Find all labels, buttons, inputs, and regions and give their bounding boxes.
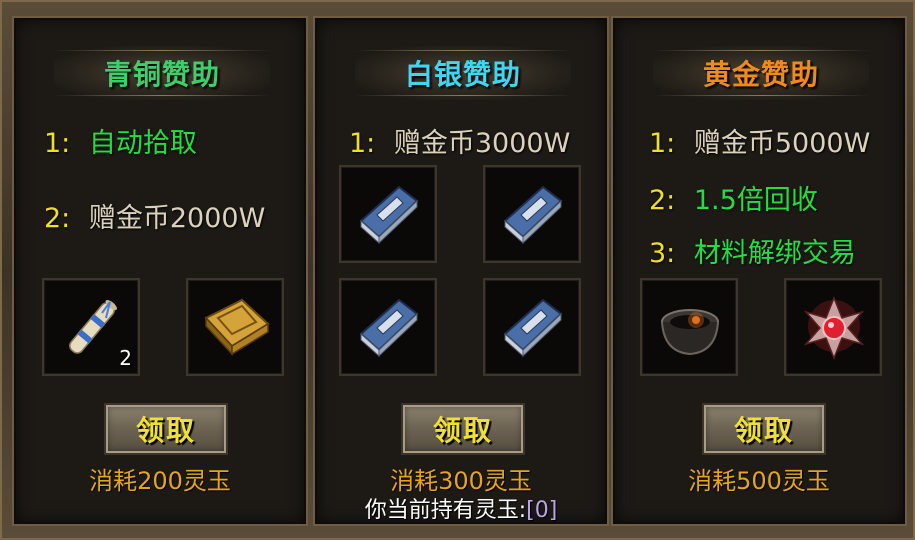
item-count: 2 bbox=[119, 346, 132, 370]
tier-title: 黄金赞助 bbox=[702, 58, 819, 91]
reward-line: 1: 自动拾取 bbox=[44, 121, 306, 160]
item-slot[interactable] bbox=[483, 165, 581, 263]
reward-line: 3: 材料解绑交易 bbox=[649, 231, 905, 270]
reward-line: 2: 1.5倍回收 bbox=[649, 178, 905, 217]
red-gem-icon bbox=[803, 295, 865, 361]
item-slot[interactable] bbox=[483, 278, 581, 376]
reward-text: 1.5倍回收 bbox=[693, 185, 818, 216]
blue-book-icon bbox=[503, 298, 563, 358]
claim-button[interactable]: 领取 bbox=[104, 403, 228, 455]
item-slot[interactable]: 2 bbox=[42, 278, 140, 376]
reward-text: 赠金币2000W bbox=[88, 203, 266, 234]
reward-line: 1: 赠金币3000W bbox=[349, 121, 607, 160]
item-slot[interactable] bbox=[640, 278, 738, 376]
claim-button-label: 领取 bbox=[733, 414, 794, 447]
gold-tier-panel: 黄金赞助 1: 赠金币5000W 2: 1.5倍回收 3: 材料解绑交易 领取 … bbox=[611, 16, 907, 526]
claim-button-label: 领取 bbox=[135, 414, 196, 447]
panel-title-bar: 黄金赞助 bbox=[653, 46, 869, 100]
cost-label: 消耗500灵玉 bbox=[688, 467, 830, 495]
reward-line: 1: 赠金币5000W bbox=[649, 121, 905, 160]
sponsor-window: 青铜赞助 1: 自动拾取 2: 赠金币2000W 2 领取 消耗200灵玉 白银… bbox=[0, 0, 915, 540]
silver-tier-panel: 白银赞助 1: 赠金币3000W 领取 消耗300灵玉 你当前持有灵玉:[0] bbox=[313, 16, 609, 526]
reward-index: 1: bbox=[349, 128, 376, 159]
reward-text: 材料解绑交易 bbox=[693, 238, 856, 269]
jade-balance-value: [0] bbox=[526, 498, 558, 523]
cost-label: 消耗200灵玉 bbox=[89, 467, 231, 495]
reward-index: 2: bbox=[44, 203, 71, 234]
reward-text: 自动拾取 bbox=[88, 128, 197, 159]
claim-button[interactable]: 领取 bbox=[702, 403, 826, 455]
tier-title: 白银赞助 bbox=[404, 58, 521, 91]
panel-title-bar: 青铜赞助 bbox=[54, 46, 270, 100]
claim-button[interactable]: 领取 bbox=[401, 403, 525, 455]
item-slot[interactable] bbox=[339, 278, 437, 376]
furnace-bowl-icon bbox=[661, 309, 719, 356]
item-slot[interactable] bbox=[784, 278, 882, 376]
reward-index: 3: bbox=[649, 238, 676, 269]
blue-book-icon bbox=[359, 185, 419, 245]
blue-book-icon bbox=[359, 298, 419, 358]
reward-text: 赠金币3000W bbox=[393, 128, 571, 159]
item-slot[interactable] bbox=[186, 278, 284, 376]
item-slot[interactable] bbox=[339, 165, 437, 263]
panel-title-bar: 白银赞助 bbox=[355, 46, 571, 100]
reward-index: 1: bbox=[44, 128, 71, 159]
tier-title: 青铜赞助 bbox=[103, 58, 220, 91]
reward-text: 赠金币5000W bbox=[693, 128, 871, 159]
bronze-tier-panel: 青铜赞助 1: 自动拾取 2: 赠金币2000W 2 领取 消耗200灵玉 bbox=[12, 16, 308, 526]
reward-index: 1: bbox=[649, 128, 676, 159]
reward-index: 2: bbox=[649, 185, 676, 216]
reward-line: 2: 赠金币2000W bbox=[44, 196, 306, 235]
jade-balance: 你当前持有灵玉:[0] bbox=[315, 492, 607, 524]
cost-label: 消耗300灵玉 bbox=[390, 467, 532, 495]
jade-balance-label: 你当前持有灵玉: bbox=[364, 498, 527, 523]
golden-book-icon bbox=[204, 298, 270, 356]
blue-book-icon bbox=[503, 185, 563, 245]
claim-button-label: 领取 bbox=[432, 414, 493, 447]
